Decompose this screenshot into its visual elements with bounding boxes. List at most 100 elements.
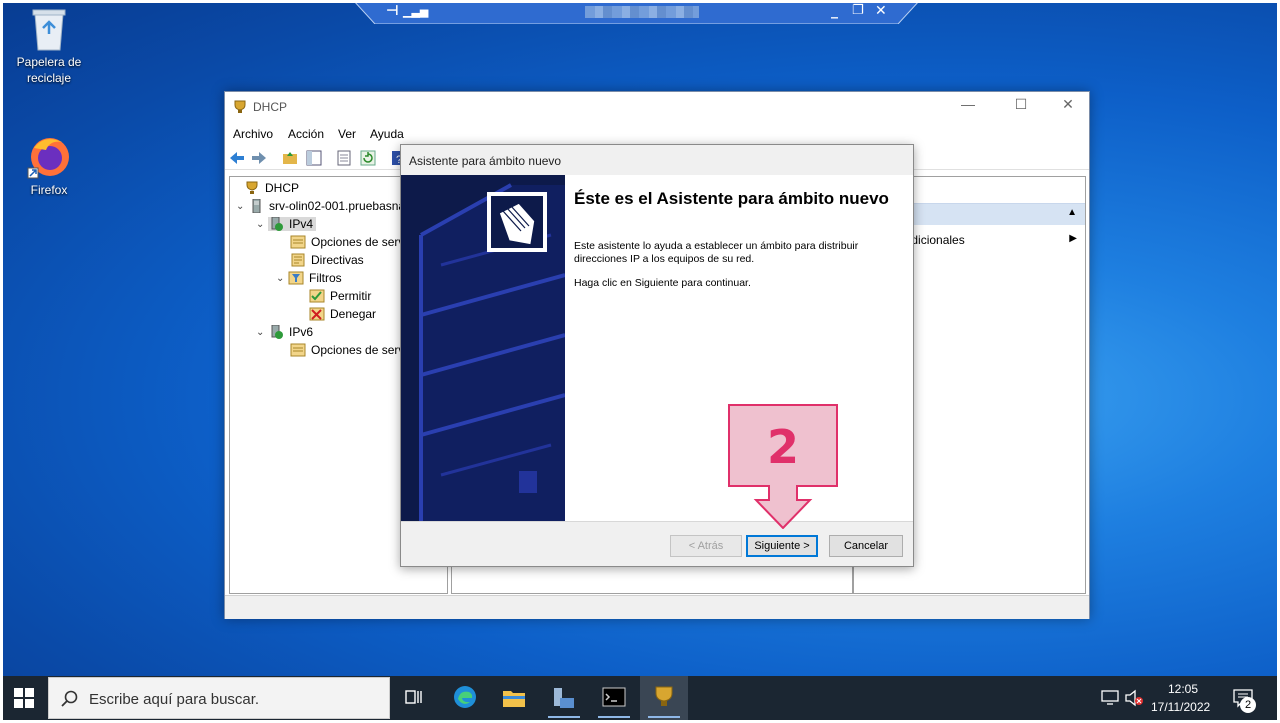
menu-archivo[interactable]: Archivo [233,127,273,141]
close-button[interactable]: ✕ [1045,96,1091,118]
folder-icon [503,691,525,707]
submenu-arrow-icon: ▶ [1069,233,1077,244]
chevron-down-icon[interactable]: ⌄ [236,201,248,212]
options-icon [290,343,306,357]
volume-muted-icon[interactable] [1124,689,1144,707]
notification-badge: 2 [1240,697,1256,713]
server-icon [252,199,261,213]
back-button[interactable]: < Atrás [670,535,742,557]
edge-icon [454,686,476,708]
server-manager-taskbar-button[interactable] [540,676,588,720]
edge-taskbar-button[interactable] [441,676,489,720]
clock-time[interactable]: 12:05 [1168,682,1198,696]
network-icon[interactable] [1101,690,1119,706]
tree-item-allow[interactable]: Permitir [297,287,371,305]
wizard-heading: Éste es el Asistente para ámbito nuevo [574,189,889,208]
tree-item-deny[interactable]: Denegar [297,305,376,323]
task-view-icon [405,690,422,704]
desktop-icon-recycle-bin[interactable]: Papelera de reciclaje [13,6,85,86]
chevron-down-icon[interactable]: ⌄ [256,327,268,338]
desktop-icon-firefox[interactable]: Firefox [13,134,85,198]
deny-icon [309,307,325,321]
menu-ayuda[interactable]: Ayuda [370,127,404,141]
window-title: DHCP [253,100,288,114]
tree-label: IPv6 [289,325,314,339]
remote-connection-bar: ⊣ ▁▃▅ _ ❐ ✕ [353,0,920,24]
menu-ver[interactable]: Ver [338,127,356,141]
allow-icon [309,289,325,303]
policies-icon [291,253,305,267]
dhcp-app-icon [234,100,246,113]
title-bar: DHCP — ☐ ✕ [225,92,1089,122]
tree-item-server[interactable]: ⌄ srv-olin02-001.pruebasna [236,197,405,215]
next-button[interactable]: Siguiente > [746,535,818,557]
wizard-instruction: Haga clic en Siguiente para continuar. [574,277,751,289]
tree-item-policies[interactable]: Directivas [278,251,364,269]
tree-label: DHCP [265,181,300,195]
dhcp-taskbar-button[interactable] [640,676,688,720]
collapse-up-icon[interactable]: ▲ [1067,207,1077,218]
back-arrow-icon[interactable] [228,149,246,167]
ipv4-icon [271,217,283,231]
refresh-icon[interactable] [359,149,377,167]
windows-start-icon[interactable] [14,688,34,708]
tree-label: Filtros [309,271,342,285]
chevron-down-icon[interactable]: ⌄ [276,273,288,284]
file-explorer-taskbar-button[interactable] [490,676,538,720]
wizard-title: Asistente para ámbito nuevo [409,154,562,168]
dhcp-trophy-icon [655,686,673,706]
menu-bar: Archivo Acción Ver Ayuda [225,124,1089,144]
restore-icon[interactable]: ❐ [852,3,864,18]
server-illustration [401,175,565,521]
tree-item-dhcp[interactable]: DHCP [232,179,299,197]
tree-item-server-options-v6[interactable]: Opciones de serv [278,341,404,359]
show-hide-tree-icon[interactable] [305,149,323,167]
search-placeholder: Escribe aquí para buscar. [89,691,260,708]
maximize-button[interactable]: ☐ [998,96,1044,118]
cmd-taskbar-button[interactable] [590,676,638,720]
filter-icon [288,271,304,285]
status-bar [225,595,1089,619]
firefox-icon [27,138,69,179]
tree-item-ipv4[interactable]: ⌄ IPv4 [256,215,317,233]
ipv6-icon [271,325,283,339]
taskbar: Escribe aquí para buscar. 12:05 17/11/20… [0,676,1280,723]
close-icon[interactable]: ✕ [875,3,887,19]
terminal-icon [602,687,626,707]
wizard-description: Este asistente lo ayuda a establecer un … [574,240,859,265]
properties-icon[interactable] [335,149,353,167]
minimize-icon[interactable]: _ [831,3,838,19]
step-callout: 2 [728,404,838,530]
trophy-icon [246,181,258,194]
clock-date[interactable]: 17/11/2022 [1151,700,1210,714]
pin-icon[interactable]: ⊣ [386,3,399,19]
minimize-button[interactable]: — [945,96,991,118]
chevron-down-icon[interactable]: ⌄ [256,219,268,230]
tree-label: Permitir [330,289,372,303]
signal-icon: ▁▃▅ [403,5,429,18]
tree-label: srv-olin02-001.pruebasna [269,199,406,213]
up-folder-icon[interactable] [281,149,299,167]
recycle-bin-label: Papelera de reciclaje [16,55,82,85]
search-icon [61,690,78,707]
forward-arrow-icon[interactable] [250,149,268,167]
wizard-side-banner [401,175,565,521]
connection-name-blurred [585,6,699,18]
tree-item-filters[interactable]: ⌄ Filtros [276,269,342,287]
cancel-button[interactable]: Cancelar [829,535,903,557]
tree-item-server-options[interactable]: Opciones de serv [278,233,404,251]
tree-label: IPv4 [289,217,314,231]
tree-item-ipv6[interactable]: ⌄ IPv6 [256,323,313,341]
recycle-bin-icon [32,9,66,51]
tree-label: Denegar [330,307,377,321]
options-icon [290,235,306,249]
step-number: 2 [766,420,799,474]
menu-accion[interactable]: Acción [288,127,324,141]
tree-label: Opciones de serv [311,235,405,249]
task-view-button[interactable] [390,676,438,720]
tree-label: Directivas [311,253,364,267]
server-manager-icon [554,688,574,708]
taskbar-search-box[interactable]: Escribe aquí para buscar. [48,677,390,719]
tree-label: Opciones de serv [311,343,405,357]
firefox-label: Firefox [30,183,68,197]
